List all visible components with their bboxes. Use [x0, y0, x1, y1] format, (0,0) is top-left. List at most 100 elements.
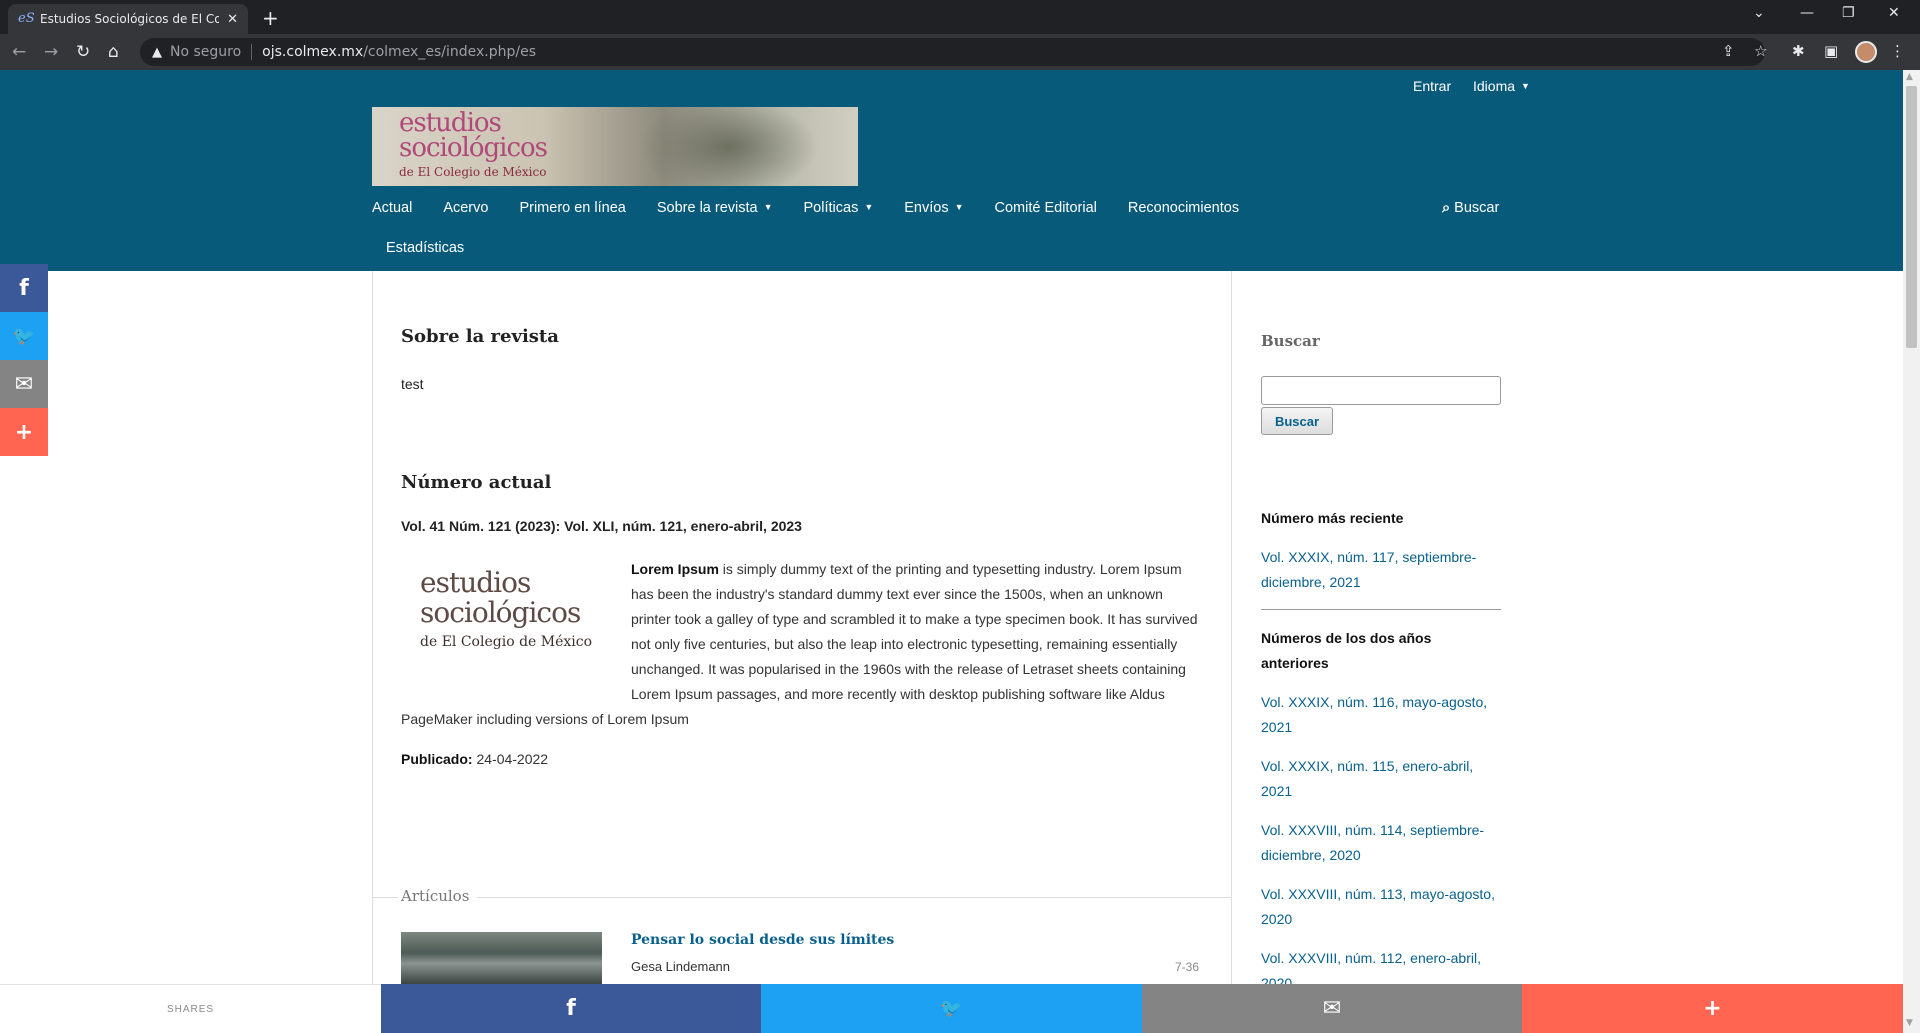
warning-icon: ▲	[152, 44, 162, 60]
previous-issues-heading: Números de los dos años anteriores	[1261, 630, 1432, 671]
section-heading-articulos: Artículos	[372, 887, 1232, 907]
profile-avatar[interactable]	[1855, 41, 1877, 63]
reload-icon[interactable]: ↻	[76, 42, 90, 62]
nav-item-reconocimientos[interactable]: Reconocimientos	[1128, 200, 1239, 224]
nav-item-actual[interactable]: Actual	[372, 200, 412, 224]
published-label: Publicado:	[401, 751, 473, 767]
sidebar-search-input[interactable]	[1261, 376, 1501, 405]
nav-label: Sobre la revista	[656, 200, 758, 216]
nav-item-politicas[interactable]: Políticas ▼	[804, 200, 874, 224]
scrollbar-thumb[interactable]	[1906, 86, 1917, 348]
bottom-share-facebook[interactable]: f	[381, 984, 761, 1033]
recent-issue-link[interactable]: Vol. XXXIX, núm. 117, septiembre-diciemb…	[1261, 545, 1501, 595]
bottom-share-more[interactable]: +	[1522, 984, 1903, 1033]
address-bar[interactable]: ▲ No seguro ojs.colmex.mx /colmex_es/ind…	[140, 38, 1765, 66]
previous-issue-link[interactable]: Vol. XXXVIII, núm. 112, enero-abril, 202…	[1261, 946, 1501, 984]
login-link[interactable]: Entrar	[1413, 78, 1451, 94]
twitter-icon: 🐦	[12, 325, 36, 347]
share-page-icon[interactable]: ⇪	[1722, 42, 1735, 60]
header-search-label: Buscar	[1454, 200, 1500, 216]
plus-icon: +	[1703, 996, 1722, 1021]
issue-identification[interactable]: Vol. 41 Núm. 121 (2023): Vol. XLI, núm. …	[401, 518, 802, 534]
previous-issue-link[interactable]: Vol. XXXIX, núm. 115, enero-abril, 2021	[1261, 754, 1501, 804]
side-panel-icon[interactable]: ▣	[1824, 42, 1838, 60]
shares-counter: SHARES	[0, 984, 381, 1033]
article-thumbnail[interactable]	[401, 932, 602, 984]
side-share-twitter[interactable]: 🐦	[0, 312, 48, 360]
nav-label: Políticas	[803, 200, 859, 216]
restore-icon[interactable]: ❐	[1842, 5, 1855, 21]
forward-icon[interactable]: →	[44, 42, 58, 62]
about-text: test	[401, 376, 424, 392]
security-label: No seguro	[170, 44, 242, 60]
new-tab-icon[interactable]: +	[262, 6, 279, 30]
bookmark-star-icon[interactable]: ☆	[1754, 42, 1767, 60]
main-navigation: Actual Acervo Primero en línea Sobre la …	[372, 200, 1270, 224]
plus-icon: +	[14, 419, 34, 445]
nav-item-acervo[interactable]: Acervo	[443, 200, 488, 224]
recent-issue-heading: Número más reciente	[1261, 510, 1404, 526]
minimize-icon[interactable]: —	[1800, 5, 1814, 21]
language-dropdown[interactable]: Idioma ▼	[1473, 78, 1530, 94]
browser-tab-strip: eS Estudios Sociológicos de El Coleg ✕ +…	[0, 0, 1920, 34]
side-share-more[interactable]: +	[0, 408, 48, 456]
sidebar-search-title: Buscar	[1261, 332, 1320, 350]
browser-tab[interactable]: eS Estudios Sociológicos de El Coleg ✕	[8, 4, 248, 34]
facebook-icon: f	[566, 996, 576, 1021]
published-value: 24-04-2022	[476, 751, 549, 767]
nav-item-comite-editorial[interactable]: Comité Editorial	[995, 200, 1097, 224]
article-pages: 7-36	[1175, 960, 1200, 974]
nav-item-envios[interactable]: Envíos ▼	[904, 200, 963, 224]
previous-issue-link[interactable]: Vol. XXXVIII, núm. 114, septiembre-dicie…	[1261, 818, 1501, 868]
issue-cover-image[interactable]: estudios sociológicos de El Colegio de M…	[401, 557, 606, 669]
previous-issue-link[interactable]: Vol. XXXIX, núm. 116, mayo-agosto, 2021	[1261, 690, 1501, 740]
logo-line-2: sociológicos	[399, 133, 548, 163]
tab-search-chevron-icon[interactable]: ⌄	[1753, 5, 1765, 21]
tab-close-icon[interactable]: ✕	[227, 12, 238, 27]
search-icon: ⌕	[1442, 200, 1451, 216]
cover-line-3: de El Colegio de México	[420, 634, 593, 650]
nav-label: Comité Editorial	[994, 200, 1097, 216]
caret-down-icon: ▼	[763, 202, 773, 212]
language-label: Idioma	[1473, 78, 1516, 94]
nav-label: Envíos	[904, 200, 949, 216]
previous-issue-link[interactable]: Vol. XXXVIII, núm. 113, mayo-agosto, 202…	[1261, 882, 1501, 932]
sidebar-search-button[interactable]: Buscar	[1261, 407, 1333, 435]
email-icon: ✉	[1322, 996, 1342, 1021]
journal-logo[interactable]: estudios sociológicos de El Colegio de M…	[372, 107, 858, 186]
published-date: Publicado: 24-04-2022	[401, 751, 548, 767]
url-path: /colmex_es/index.php/es	[363, 44, 536, 60]
url-host: ojs.colmex.mx	[262, 44, 364, 60]
cover-line-2: sociológicos	[420, 596, 581, 629]
article-title-link[interactable]: Pensar lo social desde sus límites	[631, 932, 894, 948]
about-title: Sobre la revista	[401, 326, 559, 347]
nav-item-sobre-la-revista[interactable]: Sobre la revista ▼	[657, 200, 773, 224]
nav-label: Primero en línea	[519, 200, 626, 216]
sidebar-divider	[1261, 609, 1501, 610]
nav-label: Acervo	[443, 200, 489, 216]
description-bold: Lorem Ipsum	[631, 561, 719, 577]
browser-menu-icon[interactable]: ⋮	[1890, 42, 1905, 60]
bottom-share-email[interactable]: ✉	[1142, 984, 1522, 1033]
scroll-down-icon[interactable]: ▼	[1906, 1018, 1913, 1028]
header-search-link[interactable]: ⌕ Buscar	[1442, 200, 1499, 216]
window-close-icon[interactable]: ✕	[1888, 5, 1900, 21]
side-share-email[interactable]: ✉	[0, 360, 48, 408]
logo-background-image	[638, 107, 818, 186]
nav-label: Reconocimientos	[1127, 200, 1240, 216]
nav-item-primero-en-linea[interactable]: Primero en línea	[519, 200, 625, 224]
article-author: Gesa Lindemann	[631, 959, 731, 974]
bottom-share-twitter[interactable]: 🐦	[761, 984, 1142, 1033]
twitter-icon: 🐦	[940, 998, 963, 1019]
nav-item-estadisticas[interactable]: Estadísticas	[386, 240, 464, 256]
nav-label: Actual	[372, 200, 413, 216]
email-icon: ✉	[14, 371, 34, 397]
site-header	[0, 70, 1903, 271]
side-share-facebook[interactable]: f	[0, 264, 48, 312]
extensions-icon[interactable]: ✱	[1792, 42, 1805, 60]
caret-down-icon: ▼	[1521, 81, 1530, 91]
back-icon[interactable]: ←	[12, 42, 26, 62]
section-rule	[372, 897, 398, 898]
home-icon[interactable]: ⌂	[108, 42, 119, 62]
scroll-up-icon[interactable]: ▲	[1906, 72, 1913, 82]
